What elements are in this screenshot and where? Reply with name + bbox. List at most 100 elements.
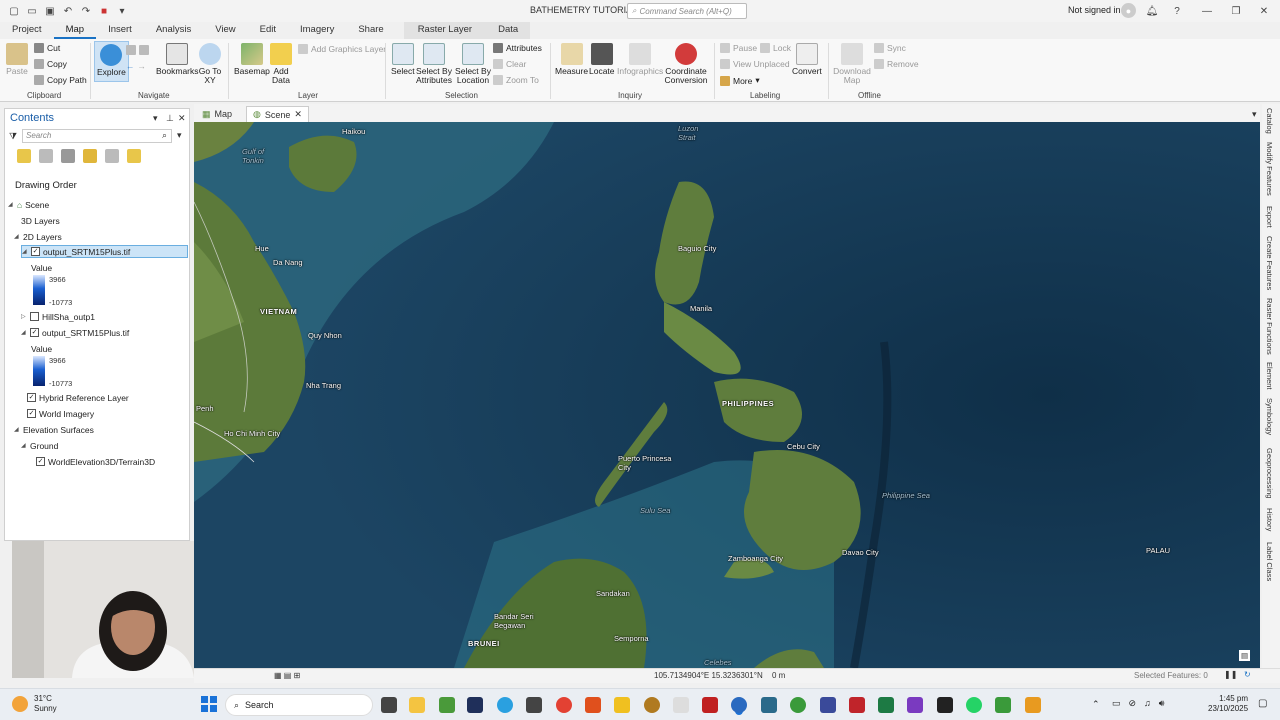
collapse-icon[interactable]: ◢ bbox=[14, 233, 20, 240]
tab-project[interactable]: Project bbox=[0, 22, 54, 39]
tree-item-3d-layers[interactable]: 3D Layers bbox=[21, 214, 60, 227]
brave-icon[interactable] bbox=[585, 697, 601, 713]
user-avatar-icon[interactable]: ● bbox=[1121, 3, 1136, 18]
excel-icon[interactable] bbox=[878, 697, 894, 713]
tree-item-layer-srtm-selected[interactable]: ◢ ✓ output_SRTM15Plus.tif bbox=[21, 245, 188, 258]
pin-icon[interactable]: ⊥ bbox=[166, 113, 174, 124]
selection-view-icon[interactable] bbox=[61, 149, 75, 163]
expand-icon[interactable]: ▷ bbox=[21, 313, 27, 320]
app-icon[interactable] bbox=[907, 697, 923, 713]
redo-icon[interactable]: ↷ bbox=[78, 3, 94, 19]
app-icon[interactable] bbox=[820, 697, 836, 713]
remove-button[interactable]: Remove bbox=[874, 59, 919, 69]
panel-tab-element[interactable]: Element bbox=[1265, 362, 1274, 390]
weather-sun-icon[interactable] bbox=[12, 696, 28, 712]
selected-features-count[interactable]: Selected Features: 0 bbox=[1134, 671, 1208, 680]
wps-office-icon[interactable] bbox=[849, 697, 865, 713]
chrome-icon[interactable] bbox=[556, 697, 572, 713]
collapse-icon[interactable]: ◢ bbox=[21, 329, 27, 336]
panel-tab-history[interactable]: History bbox=[1265, 508, 1274, 531]
zoom-to-button[interactable]: Zoom To bbox=[493, 75, 539, 85]
editing-view-icon[interactable] bbox=[83, 149, 97, 163]
tab-view[interactable]: View bbox=[203, 22, 247, 39]
contents-search-input[interactable]: Search bbox=[22, 129, 172, 143]
weather-widget[interactable]: 31°C Sunny bbox=[34, 694, 57, 714]
options-chevron-icon[interactable]: ▾ bbox=[153, 113, 158, 124]
layout-view-icons[interactable]: ▦ ▤ ⊞ bbox=[274, 671, 300, 680]
tree-item-scene[interactable]: ◢ ⌂ Scene bbox=[8, 198, 49, 211]
windows-start-icon[interactable] bbox=[201, 696, 217, 712]
more-button[interactable]: More ▾ bbox=[720, 75, 760, 86]
layer-visibility-checkbox[interactable]: ✓ bbox=[36, 457, 45, 466]
vlc-icon[interactable] bbox=[1025, 697, 1041, 713]
paste-button[interactable]: Paste bbox=[6, 43, 28, 76]
close-pane-icon[interactable]: ✕ bbox=[178, 113, 186, 124]
tree-item-hillshade[interactable]: ▷ HillSha_outp1 bbox=[21, 310, 95, 323]
undo-icon[interactable]: ↶ bbox=[60, 3, 76, 19]
clear-button[interactable]: Clear bbox=[493, 59, 526, 69]
sync-button[interactable]: Sync bbox=[874, 43, 906, 53]
help-icon[interactable]: ? bbox=[1169, 3, 1185, 19]
save-icon[interactable]: ▣ bbox=[42, 3, 58, 19]
snapping-view-icon[interactable] bbox=[105, 149, 119, 163]
scene-map-view[interactable]: Haikou Gulf of Tonkin Luzon Strait Bagui… bbox=[194, 122, 1260, 668]
customize-icon[interactable]: ▾ bbox=[114, 3, 130, 19]
app-icon[interactable] bbox=[761, 697, 777, 713]
layer-visibility-checkbox[interactable]: ✓ bbox=[27, 409, 36, 418]
go-to-xy-button[interactable]: Go To XY bbox=[198, 43, 222, 85]
maximize-icon[interactable]: ❐ bbox=[1228, 3, 1244, 19]
pause-button[interactable]: Pause bbox=[720, 43, 757, 53]
color-ramp-swatch[interactable] bbox=[33, 275, 45, 305]
notification-bell-icon[interactable]: 🔔︎ bbox=[1144, 3, 1160, 19]
system-tray-icons[interactable]: ▭⊘♫🔊︎ bbox=[1112, 698, 1172, 709]
layer-visibility-checkbox[interactable]: ✓ bbox=[31, 247, 40, 256]
copy-button[interactable]: Copy bbox=[34, 59, 67, 69]
tab-scene-view[interactable]: ◍ Scene ✕ bbox=[246, 106, 309, 122]
search-dropdown-icon[interactable]: ▾ bbox=[177, 130, 182, 141]
app-icon[interactable] bbox=[995, 697, 1011, 713]
labeling-view-icon[interactable] bbox=[127, 149, 141, 163]
navigator-icon[interactable]: ▤ bbox=[1239, 650, 1251, 661]
qgis-icon[interactable] bbox=[790, 697, 806, 713]
app-icon[interactable] bbox=[702, 697, 718, 713]
open-folder-icon[interactable]: ▭ bbox=[24, 3, 40, 19]
panel-tab-export[interactable]: Export bbox=[1265, 206, 1274, 228]
locate-button[interactable]: Locate bbox=[589, 43, 615, 76]
tab-edit[interactable]: Edit bbox=[248, 22, 288, 39]
add-data-button[interactable]: Add Data bbox=[269, 43, 293, 85]
file-explorer-icon[interactable] bbox=[409, 697, 425, 713]
app-icon[interactable] bbox=[937, 697, 953, 713]
layer-visibility-checkbox[interactable]: ✓ bbox=[27, 393, 36, 402]
minimize-icon[interactable]: — bbox=[1199, 3, 1215, 19]
select-by-location-button[interactable]: Select By Location bbox=[455, 43, 491, 85]
lock-button[interactable]: Lock bbox=[760, 43, 791, 53]
tree-item-2d-layers[interactable]: ◢ 2D Layers bbox=[14, 230, 62, 243]
tree-item-layer-srtm-2[interactable]: ◢ ✓ output_SRTM15Plus.tif bbox=[21, 326, 129, 339]
tab-share[interactable]: Share bbox=[346, 22, 395, 39]
collapse-icon[interactable]: ◢ bbox=[14, 426, 20, 433]
panel-tab-catalog[interactable]: Catalog bbox=[1265, 108, 1274, 134]
measure-button[interactable]: Measure bbox=[555, 43, 588, 76]
panel-tab-label-class[interactable]: Label Class bbox=[1265, 542, 1274, 581]
whatsapp-icon[interactable] bbox=[966, 697, 982, 713]
tree-item-ground[interactable]: ◢ Ground bbox=[21, 439, 58, 452]
nav-arrows[interactable]: ← → bbox=[126, 61, 146, 71]
bookmarks-button[interactable]: Bookmarks bbox=[156, 43, 199, 76]
notepad-icon[interactable] bbox=[673, 697, 689, 713]
panel-tab-symbology[interactable]: Symbology bbox=[1265, 398, 1274, 435]
tab-analysis[interactable]: Analysis bbox=[144, 22, 203, 39]
view-options-chevron-icon[interactable]: ▾ bbox=[1246, 106, 1263, 122]
command-search-input[interactable]: ⌕ Command Search (Alt+Q) bbox=[627, 3, 747, 19]
attributes-button[interactable]: Attributes bbox=[493, 43, 542, 53]
panel-tab-create-features[interactable]: Create Features bbox=[1265, 236, 1274, 290]
sticky-notes-icon[interactable] bbox=[614, 697, 630, 713]
copy-path-button[interactable]: Copy Path bbox=[34, 75, 87, 85]
layer-visibility-checkbox[interactable]: ✓ bbox=[30, 328, 39, 337]
tree-item-elevation-surfaces[interactable]: ◢ Elevation Surfaces bbox=[14, 423, 94, 436]
pause-drawing-icon[interactable]: ❚❚ bbox=[1224, 670, 1237, 679]
tab-map-view[interactable]: ▦ Map bbox=[196, 106, 238, 122]
add-graphics-layer-button[interactable]: Add Graphics Layer bbox=[298, 44, 386, 54]
download-map-button[interactable]: Download Map bbox=[833, 43, 871, 85]
new-project-icon[interactable]: ▢ bbox=[6, 3, 22, 19]
photoshop-icon[interactable] bbox=[467, 697, 483, 713]
